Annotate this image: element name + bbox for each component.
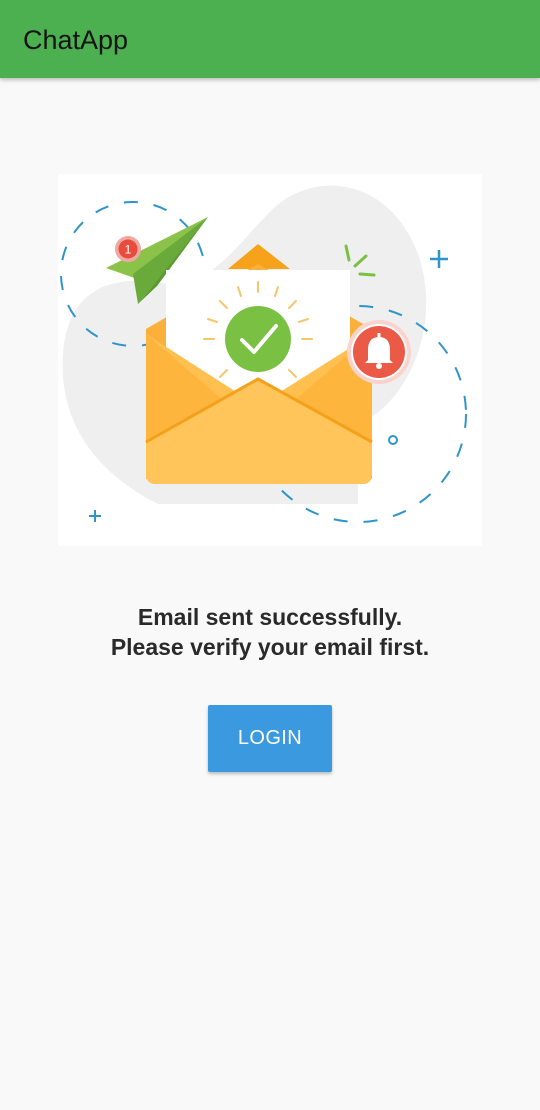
app-bar: ChatApp bbox=[0, 0, 540, 78]
message-line-2: Please verify your email first. bbox=[110, 634, 430, 660]
app-title: ChatApp bbox=[23, 25, 129, 55]
email-sent-illustration: 1 bbox=[58, 174, 482, 546]
notification-badge: 1 bbox=[115, 236, 141, 262]
plus-icon bbox=[430, 250, 448, 268]
login-button[interactable]: LOGIN bbox=[208, 705, 332, 772]
svg-text:1: 1 bbox=[125, 243, 132, 257]
illustration-graphic: 1 bbox=[60, 185, 467, 523]
small-ring bbox=[388, 435, 398, 445]
checkmark-icon bbox=[225, 306, 291, 372]
plus-icon-small bbox=[89, 510, 101, 522]
message-line-1: Email sent successfully. bbox=[137, 604, 403, 630]
verification-message: Email sent successfully. Please verify y… bbox=[0, 602, 540, 662]
bell-icon bbox=[347, 320, 411, 384]
